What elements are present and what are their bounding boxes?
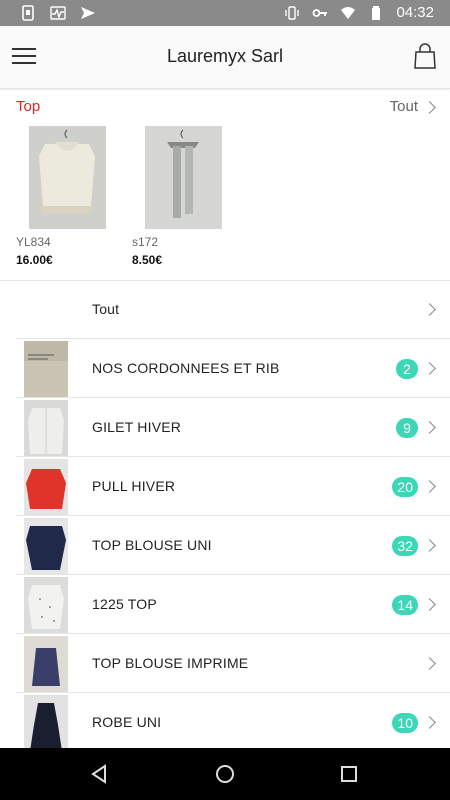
shopping-bag-icon[interactable] — [414, 43, 436, 69]
category-count-badge: 20 — [392, 477, 418, 497]
category-name: GILET HIVER — [92, 419, 182, 435]
chevron-right-icon — [423, 480, 436, 493]
send-icon — [81, 7, 95, 19]
chevron-right-icon — [423, 598, 436, 611]
category-name: ROBE UNI — [92, 714, 162, 730]
chevron-right-icon — [423, 362, 436, 375]
chevron-right-icon — [423, 303, 436, 316]
category-count-badge: 32 — [392, 536, 418, 556]
product-price: 8.50€ — [132, 253, 163, 267]
category-name: TOP BLOUSE UNI — [92, 537, 212, 553]
product-card[interactable]: YL834 16.00€ — [16, 126, 126, 267]
category-thumbnail — [24, 518, 68, 574]
category-name: NOS CORDONNEES ET RIB — [92, 360, 280, 376]
category-row[interactable]: NOS CORDONNEES ET RIB 2 — [0, 339, 450, 398]
product-price: 16.00€ — [16, 253, 53, 267]
product-card[interactable]: s172 8.50€ — [132, 126, 242, 267]
category-name: Tout — [92, 301, 120, 317]
product-image — [29, 126, 106, 229]
category-count-badge: 9 — [396, 418, 418, 438]
category-row[interactable]: TOP BLOUSE UNI 32 — [0, 516, 450, 575]
sim-toolkit-icon — [22, 5, 34, 21]
category-count-badge: 10 — [392, 713, 418, 733]
category-count-badge: 14 — [392, 595, 418, 615]
category-name: 1225 TOP — [92, 596, 157, 612]
category-thumbnail — [24, 400, 68, 456]
category-row[interactable]: PULL HIVER 20 — [0, 457, 450, 516]
category-thumbnail — [24, 695, 68, 751]
system-navigation-bar — [0, 748, 450, 800]
chevron-right-icon — [423, 716, 436, 729]
status-bar: 04:32 — [0, 0, 450, 26]
battery-icon — [372, 5, 381, 20]
product-image — [145, 126, 222, 229]
page-title: Lauremyx Sarl — [166, 46, 284, 66]
back-icon[interactable] — [88, 762, 112, 786]
category-row[interactable]: 1225 TOP 14 — [0, 575, 450, 634]
category-row[interactable]: GILET HIVER 9 — [0, 398, 450, 457]
app-bar: Lauremyx Sarl — [0, 26, 450, 89]
category-all-row[interactable]: Tout — [0, 280, 450, 339]
category-row[interactable]: TOP BLOUSE IMPRIME — [0, 634, 450, 693]
featured-header: Top Tout — [0, 96, 450, 120]
category-thumbnail — [24, 577, 68, 633]
recents-icon[interactable] — [337, 762, 361, 786]
category-name: PULL HIVER — [92, 478, 176, 494]
home-icon[interactable] — [213, 762, 237, 786]
featured-label: Top — [16, 98, 41, 115]
product-code: YL834 — [16, 235, 51, 249]
category-row[interactable]: ROBE UNI 10 — [0, 693, 450, 752]
category-thumbnail — [24, 459, 68, 515]
category-name: TOP BLOUSE IMPRIME — [92, 655, 249, 671]
product-code: s172 — [132, 235, 159, 249]
featured-see-all-link[interactable]: Tout — [390, 98, 418, 115]
chevron-right-icon — [423, 539, 436, 552]
activity-icon — [50, 6, 66, 20]
category-count-badge: 2 — [396, 359, 418, 379]
vibrate-icon — [285, 5, 300, 20]
category-thumbnail — [24, 341, 68, 397]
vpn-key-icon — [313, 8, 328, 17]
status-time: 04:32 — [396, 4, 434, 21]
wifi-icon — [341, 6, 356, 19]
chevron-right-icon — [423, 421, 436, 434]
chevron-right-icon — [423, 657, 436, 670]
category-thumbnail — [24, 636, 68, 692]
chevron-right-icon — [423, 101, 436, 114]
